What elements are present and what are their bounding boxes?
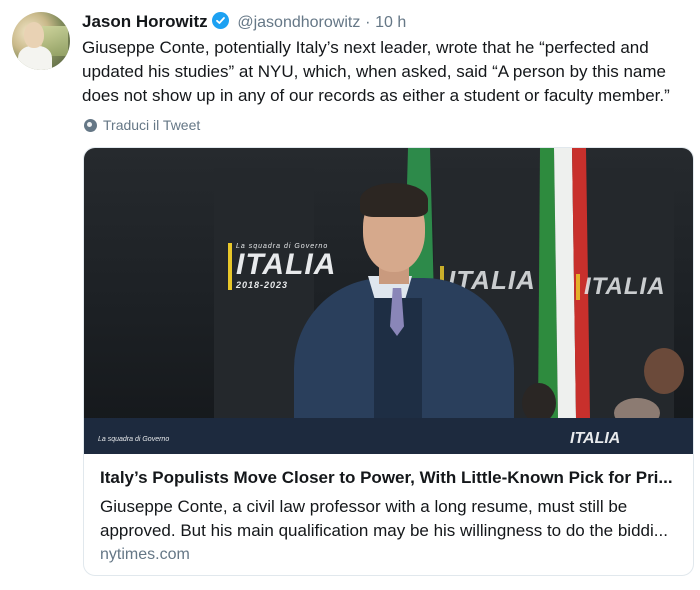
logo-word: ITALIA [236,248,337,281]
card-description: Giuseppe Conte, a civil law professor wi… [100,497,668,540]
link-preview-card[interactable]: La squadra di Governo ITALIA 2018-2023 I… [83,147,694,576]
verified-badge-icon [211,12,229,29]
author-handle[interactable]: @jasondhorowitz [237,14,360,31]
logo-bar [576,274,580,300]
card-domain: nytimes.com [100,546,190,563]
avatar-shirt [18,46,52,70]
author-name[interactable]: Jason Horowitz [82,12,208,31]
spectator-head [522,383,556,423]
card-image[interactable]: La squadra di Governo ITALIA 2018-2023 I… [84,148,693,454]
speaker-hair [360,183,428,217]
logo-word: ITALIA [584,273,666,300]
logo-bar [228,243,232,290]
tweet-header: Jason Horowitz @jasondhorowitz · 10 h [82,11,406,34]
podium-sign-right: ITALIA [570,430,620,448]
globe-icon [84,118,97,132]
avatar[interactable] [12,12,70,70]
podium-sign-text: La squadra di Governo [98,436,170,443]
italian-flag [538,148,590,418]
avatar-face [24,22,44,48]
card-body[interactable]: Italy’s Populists Move Closer to Power, … [84,454,693,575]
tweet-text: Giuseppe Conte, potentially Italy’s next… [82,38,670,105]
translate-label: Traduci il Tweet [103,117,201,133]
italia-logo-right: ITALIA [576,273,666,300]
tweet-timestamp[interactable]: 10 h [375,14,406,31]
italia-logo-left: La squadra di Governo ITALIA 2018-2023 [228,243,337,290]
header-separator: · [365,14,371,31]
podium-sign-text: ITALIA [570,430,621,447]
spectator-head [644,348,684,394]
translate-tweet-link[interactable]: Traduci il Tweet [84,117,200,133]
tweet[interactable]: Jason Horowitz @jasondhorowitz · 10 h Gi… [0,0,700,590]
card-title[interactable]: Italy’s Populists Move Closer to Power, … [100,468,680,488]
logo-years: 2018-2023 [236,280,289,290]
podium-sign-left: La squadra di Governo [98,430,169,444]
